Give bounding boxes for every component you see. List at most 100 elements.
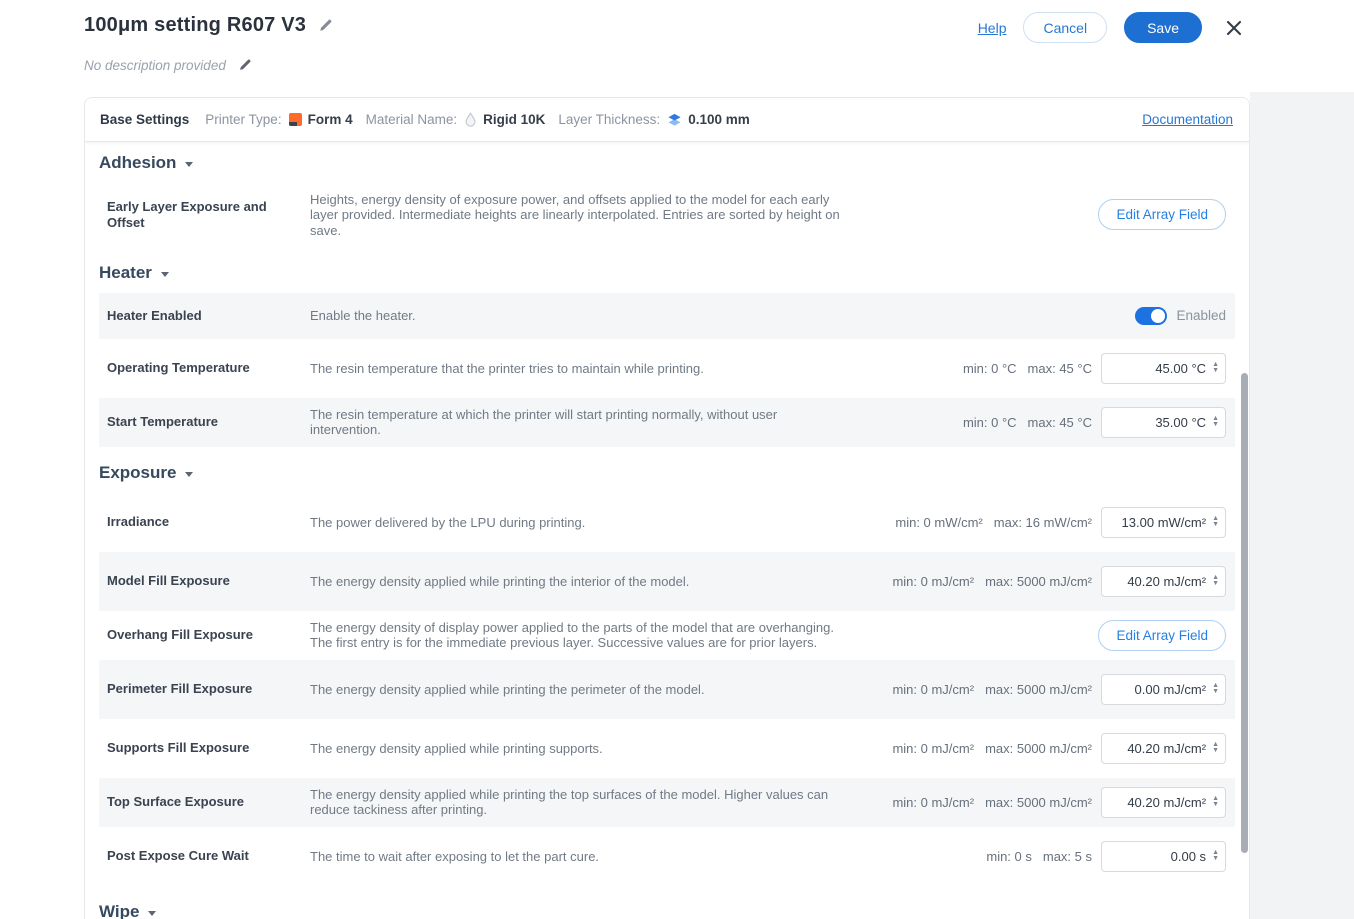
value-input[interactable]: 40.20 mJ/cm² ▲▼ [1101, 733, 1226, 764]
min-constraint: min: 0 mJ/cm² [892, 682, 974, 697]
edit-title-icon[interactable] [318, 18, 333, 33]
max-constraint: max: 5 s [1043, 849, 1092, 864]
value-input[interactable]: 0.00 s ▲▼ [1101, 841, 1226, 872]
close-icon[interactable] [1225, 19, 1243, 37]
value-input[interactable]: 40.20 mJ/cm² ▲▼ [1101, 787, 1226, 818]
material-name-label: Material Name: [366, 112, 458, 127]
setting-label: Operating Temperature [107, 360, 310, 376]
page-title: 100μm setting R607 V3 [84, 14, 306, 37]
layers-icon [667, 113, 682, 127]
stepper-icon[interactable]: ▲▼ [1212, 362, 1219, 374]
max-constraint: max: 45 °C [1028, 415, 1092, 430]
min-constraint: min: 0 mJ/cm² [892, 574, 974, 589]
edit-array-field-button[interactable]: Edit Array Field [1098, 620, 1226, 651]
save-button[interactable]: Save [1124, 12, 1202, 43]
setting-row-model-fill-exposure: Model Fill Exposure The energy density a… [99, 552, 1235, 611]
setting-row-irradiance: Irradiance The power delivered by the LP… [99, 493, 1235, 552]
setting-description: The energy density applied while printin… [310, 787, 850, 818]
chevron-down-icon [161, 272, 169, 277]
setting-label: Post Expose Cure Wait [107, 848, 310, 864]
base-settings-title: Base Settings [100, 112, 189, 127]
layer-thickness-label: Layer Thickness: [558, 112, 660, 127]
section-header-exposure[interactable]: Exposure [99, 463, 1235, 483]
setting-label: Start Temperature [107, 414, 310, 430]
editor-header: 100μm setting R607 V3 No description pro… [0, 0, 1354, 97]
setting-row-post-expose-cure-wait: Post Expose Cure Wait The time to wait a… [99, 827, 1235, 886]
documentation-link[interactable]: Documentation [1142, 112, 1233, 127]
setting-row-overhang-fill-exposure: Overhang Fill Exposure The energy densit… [99, 611, 1235, 660]
min-constraint: min: 0 mW/cm² [895, 515, 982, 530]
settings-card: Base Settings Printer Type: Form 4 Mater… [84, 97, 1250, 919]
edit-array-field-button[interactable]: Edit Array Field [1098, 199, 1226, 230]
setting-description: Heights, energy density of exposure powe… [310, 192, 850, 238]
value-input[interactable]: 13.00 mW/cm² ▲▼ [1101, 507, 1226, 538]
setting-row-supports-fill-exposure: Supports Fill Exposure The energy densit… [99, 719, 1235, 778]
scrollbar-thumb[interactable] [1241, 373, 1248, 853]
setting-label: Irradiance [107, 514, 310, 530]
setting-description: The power delivered by the LPU during pr… [310, 515, 850, 530]
section-title-text: Wipe [99, 902, 139, 919]
heater-enabled-toggle[interactable] [1135, 307, 1167, 325]
stepper-icon[interactable]: ▲▼ [1212, 850, 1219, 862]
min-constraint: min: 0 s [986, 849, 1032, 864]
max-constraint: max: 45 °C [1028, 361, 1092, 376]
setting-row-top-surface-exposure: Top Surface Exposure The energy density … [99, 778, 1235, 827]
settings-content: Adhesion Early Layer Exposure and Offset… [85, 153, 1249, 919]
setting-description: The resin temperature that the printer t… [310, 361, 850, 376]
section-title-text: Exposure [99, 463, 176, 483]
printer-type-value: Form 4 [308, 112, 353, 127]
max-constraint: max: 5000 mJ/cm² [985, 795, 1092, 810]
setting-row-early-layer-exposure: Early Layer Exposure and Offset Heights,… [99, 183, 1235, 247]
droplet-icon [464, 112, 477, 127]
value-input[interactable]: 35.00 °C ▲▼ [1101, 407, 1226, 438]
setting-label: Early Layer Exposure and Offset [107, 199, 310, 232]
section-title-text: Heater [99, 263, 152, 283]
min-constraint: min: 0 °C [963, 415, 1017, 430]
edit-description-icon[interactable] [238, 58, 253, 73]
max-constraint: max: 5000 mJ/cm² [985, 682, 1092, 697]
chevron-down-icon [185, 162, 193, 167]
settings-editor: 100μm setting R607 V3 No description pro… [0, 0, 1354, 919]
stepper-icon[interactable]: ▲▼ [1212, 796, 1219, 808]
min-constraint: min: 0 mJ/cm² [892, 741, 974, 756]
setting-description: The resin temperature at which the print… [310, 407, 850, 438]
stepper-icon[interactable]: ▲▼ [1212, 516, 1219, 528]
stepper-icon[interactable]: ▲▼ [1212, 416, 1219, 428]
setting-description-placeholder: No description provided [84, 58, 226, 73]
setting-row-perimeter-fill-exposure: Perimeter Fill Exposure The energy densi… [99, 660, 1235, 719]
min-constraint: min: 0 mJ/cm² [892, 795, 974, 810]
material-name-value: Rigid 10K [483, 112, 545, 127]
stepper-icon[interactable]: ▲▼ [1212, 683, 1219, 695]
section-title-text: Adhesion [99, 153, 176, 173]
chevron-down-icon [148, 911, 156, 916]
section-header-adhesion[interactable]: Adhesion [99, 153, 1235, 173]
stepper-icon[interactable]: ▲▼ [1212, 742, 1219, 754]
setting-label: Top Surface Exposure [107, 794, 310, 810]
setting-description: Enable the heater. [310, 308, 850, 323]
setting-description: The energy density applied while printin… [310, 741, 850, 756]
help-link[interactable]: Help [978, 20, 1007, 36]
setting-label: Perimeter Fill Exposure [107, 681, 310, 697]
printer-icon [289, 113, 302, 126]
min-constraint: min: 0 °C [963, 361, 1017, 376]
value-input[interactable]: 0.00 mJ/cm² ▲▼ [1101, 674, 1226, 705]
section-header-wipe[interactable]: Wipe [99, 902, 1235, 919]
page-backdrop [1250, 92, 1354, 919]
max-constraint: max: 5000 mJ/cm² [985, 741, 1092, 756]
toggle-state-label: Enabled [1176, 308, 1226, 323]
setting-description: The energy density of display power appl… [310, 620, 850, 651]
setting-description: The energy density applied while printin… [310, 574, 850, 589]
setting-description: The energy density applied while printin… [310, 682, 850, 697]
value-input[interactable]: 45.00 °C ▲▼ [1101, 353, 1226, 384]
stepper-icon[interactable]: ▲▼ [1212, 575, 1219, 587]
setting-label: Supports Fill Exposure [107, 740, 310, 756]
layer-thickness-value: 0.100 mm [688, 112, 750, 127]
max-constraint: max: 5000 mJ/cm² [985, 574, 1092, 589]
printer-type-label: Printer Type: [205, 112, 281, 127]
setting-row-start-temperature: Start Temperature The resin temperature … [99, 398, 1235, 447]
cancel-button[interactable]: Cancel [1023, 12, 1107, 43]
section-header-heater[interactable]: Heater [99, 263, 1235, 283]
value-input[interactable]: 40.20 mJ/cm² ▲▼ [1101, 566, 1226, 597]
chevron-down-icon [185, 472, 193, 477]
base-settings-bar: Base Settings Printer Type: Form 4 Mater… [85, 98, 1249, 142]
